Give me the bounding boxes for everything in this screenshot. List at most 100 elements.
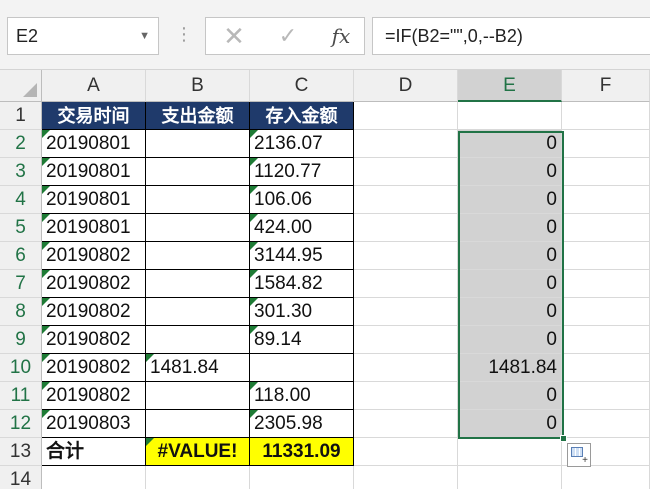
name-box[interactable]: E2 ▼ <box>7 17 159 55</box>
empty-cell[interactable] <box>562 242 650 270</box>
result-cell[interactable]: 0 <box>458 410 562 438</box>
table-cell[interactable] <box>146 298 250 326</box>
table-cell[interactable]: 2305.98 <box>250 410 354 438</box>
column-header-f[interactable]: F <box>562 70 650 102</box>
empty-cell[interactable] <box>562 326 650 354</box>
total-label-cell[interactable]: 合计 <box>42 438 146 466</box>
formula-input[interactable]: =IF(B2="",0,--B2) <box>372 17 650 55</box>
empty-cell[interactable] <box>146 466 250 489</box>
column-header-a[interactable]: A <box>42 70 146 102</box>
table-cell[interactable] <box>146 410 250 438</box>
table-header-cell[interactable]: 支出金额 <box>146 102 250 130</box>
check-icon[interactable]: ✓ <box>268 18 308 54</box>
empty-cell[interactable] <box>562 410 650 438</box>
table-cell[interactable]: 3144.95 <box>250 242 354 270</box>
column-header-b[interactable]: B <box>146 70 250 102</box>
table-cell[interactable]: 2136.07 <box>250 130 354 158</box>
table-cell[interactable] <box>146 158 250 186</box>
table-header-cell[interactable]: 交易时间 <box>42 102 146 130</box>
table-header-cell[interactable]: 存入金额 <box>250 102 354 130</box>
empty-cell[interactable] <box>354 354 458 382</box>
table-cell[interactable] <box>146 214 250 242</box>
row-header-2[interactable]: 2 <box>0 130 42 158</box>
empty-cell[interactable] <box>458 102 562 130</box>
row-header-8[interactable]: 8 <box>0 298 42 326</box>
insert-function-icon[interactable]: fx <box>321 18 361 54</box>
table-cell[interactable]: 20190802 <box>42 326 146 354</box>
empty-cell[interactable] <box>562 130 650 158</box>
select-all-button[interactable] <box>0 70 42 102</box>
empty-cell[interactable] <box>458 438 562 466</box>
empty-cell[interactable] <box>562 102 650 130</box>
column-header-e[interactable]: E <box>458 70 562 102</box>
empty-cell[interactable] <box>250 466 354 489</box>
row-header-1[interactable]: 1 <box>0 102 42 130</box>
table-cell[interactable]: 20190801 <box>42 158 146 186</box>
drag-handle-icon[interactable]: ⋮ <box>175 22 193 46</box>
empty-cell[interactable] <box>562 158 650 186</box>
table-cell[interactable]: 20190802 <box>42 298 146 326</box>
empty-cell[interactable] <box>354 466 458 489</box>
close-icon[interactable]: ✕ <box>214 18 254 54</box>
table-cell[interactable] <box>146 382 250 410</box>
empty-cell[interactable] <box>562 186 650 214</box>
empty-cell[interactable] <box>354 102 458 130</box>
result-cell[interactable]: 1481.84 <box>458 354 562 382</box>
result-cell[interactable]: 0 <box>458 326 562 354</box>
empty-cell[interactable] <box>562 354 650 382</box>
empty-cell[interactable] <box>354 214 458 242</box>
empty-cell[interactable] <box>354 270 458 298</box>
empty-cell[interactable] <box>562 466 650 489</box>
table-cell[interactable]: 106.06 <box>250 186 354 214</box>
row-header-12[interactable]: 12 <box>0 410 42 438</box>
row-header-7[interactable]: 7 <box>0 270 42 298</box>
result-cell[interactable]: 0 <box>458 158 562 186</box>
table-cell[interactable]: 301.30 <box>250 298 354 326</box>
quick-analysis-button[interactable]: + <box>567 443 591 467</box>
empty-cell[interactable] <box>562 270 650 298</box>
empty-cell[interactable] <box>354 298 458 326</box>
row-header-3[interactable]: 3 <box>0 158 42 186</box>
empty-cell[interactable] <box>354 242 458 270</box>
table-cell[interactable]: 20190802 <box>42 382 146 410</box>
empty-cell[interactable] <box>458 466 562 489</box>
table-cell[interactable] <box>146 270 250 298</box>
table-cell[interactable]: 20190801 <box>42 130 146 158</box>
empty-cell[interactable] <box>354 130 458 158</box>
result-cell[interactable]: 0 <box>458 214 562 242</box>
empty-cell[interactable] <box>42 466 146 489</box>
column-header-c[interactable]: C <box>250 70 354 102</box>
row-header-9[interactable]: 9 <box>0 326 42 354</box>
table-cell[interactable] <box>250 354 354 382</box>
table-cell[interactable] <box>146 242 250 270</box>
table-cell[interactable]: 1481.84 <box>146 354 250 382</box>
row-header-11[interactable]: 11 <box>0 382 42 410</box>
table-cell[interactable]: 20190803 <box>42 410 146 438</box>
table-cell[interactable]: 20190802 <box>42 270 146 298</box>
empty-cell[interactable] <box>354 438 458 466</box>
row-header-6[interactable]: 6 <box>0 242 42 270</box>
total-b-cell[interactable]: #VALUE! <box>146 438 250 466</box>
table-cell[interactable]: 89.14 <box>250 326 354 354</box>
total-c-cell[interactable]: 11331.09 <box>250 438 354 466</box>
result-cell[interactable]: 0 <box>458 270 562 298</box>
row-header-14[interactable]: 14 <box>0 466 42 489</box>
column-header-d[interactable]: D <box>354 70 458 102</box>
chevron-down-icon[interactable]: ▼ <box>139 18 150 54</box>
row-header-4[interactable]: 4 <box>0 186 42 214</box>
empty-cell[interactable] <box>354 410 458 438</box>
table-cell[interactable]: 20190802 <box>42 242 146 270</box>
row-header-5[interactable]: 5 <box>0 214 42 242</box>
empty-cell[interactable] <box>354 186 458 214</box>
result-cell[interactable]: 0 <box>458 242 562 270</box>
empty-cell[interactable] <box>354 382 458 410</box>
table-cell[interactable] <box>146 130 250 158</box>
table-cell[interactable]: 20190801 <box>42 186 146 214</box>
result-cell[interactable]: 0 <box>458 298 562 326</box>
table-cell[interactable]: 20190801 <box>42 214 146 242</box>
table-cell[interactable]: 20190802 <box>42 354 146 382</box>
table-cell[interactable]: 1584.82 <box>250 270 354 298</box>
empty-cell[interactable] <box>354 326 458 354</box>
table-cell[interactable]: 424.00 <box>250 214 354 242</box>
fill-handle[interactable] <box>560 435 567 442</box>
